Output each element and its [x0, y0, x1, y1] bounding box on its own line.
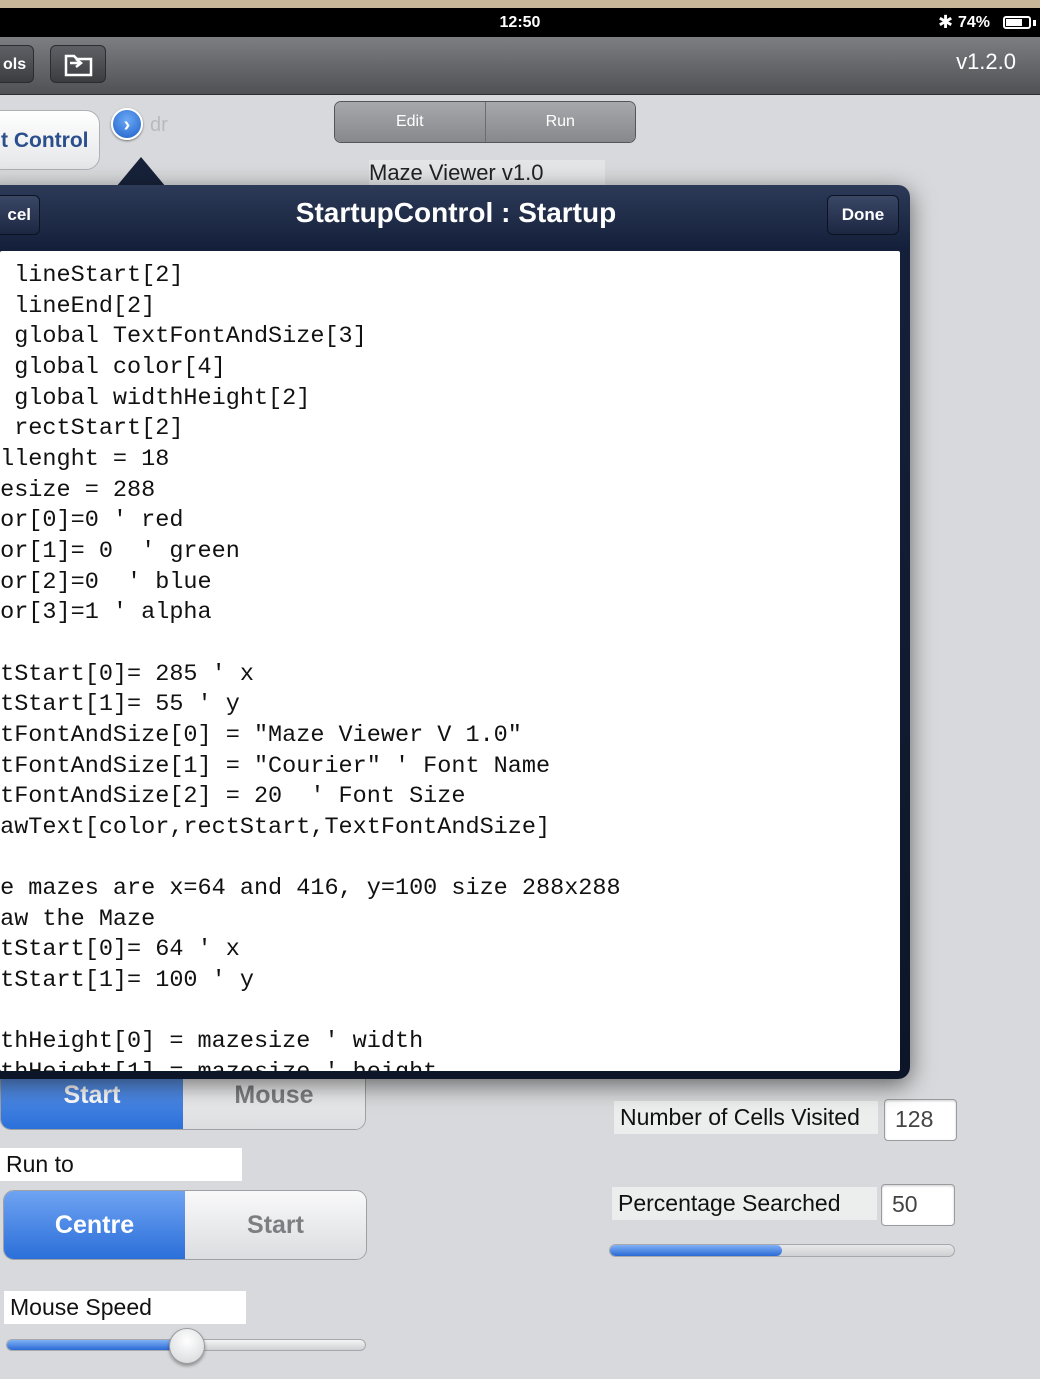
done-button[interactable]: Done — [827, 195, 899, 235]
tools-button[interactable]: ols — [0, 45, 34, 83]
tab-run[interactable]: Run — [484, 102, 635, 142]
cells-visited-field[interactable]: 128 — [884, 1099, 957, 1141]
battery-icon — [1003, 16, 1031, 29]
popover-title: StartupControl : Startup — [295, 197, 617, 228]
top-toolbar: ols v1.2.0 — [0, 37, 1040, 95]
percentage-searched-label: Percentage Searched — [612, 1187, 877, 1220]
battery-tip — [1033, 20, 1036, 26]
code-text[interactable]: m lineStart[2] m lineEnd[2] m global Tex… — [0, 261, 621, 1071]
startup-control-button[interactable]: t Control — [0, 110, 100, 170]
status-bar: 12:50 ✱ 74% — [0, 8, 1040, 37]
edit-run-segmented-control: Edit Run — [334, 101, 636, 143]
cells-visited-label: Number of Cells Visited — [614, 1101, 878, 1134]
segment-centre[interactable]: Centre — [4, 1191, 185, 1259]
popover-arrow — [116, 157, 166, 187]
code-editor[interactable]: m lineStart[2] m lineEnd[2] m global Tex… — [0, 251, 900, 1071]
mouse-speed-label: Mouse Speed — [4, 1291, 246, 1324]
mouse-speed-slider[interactable] — [6, 1328, 366, 1364]
run-to-segmented-control: Centre Start — [3, 1190, 367, 1260]
battery-percent: 74% — [958, 14, 991, 31]
open-folder-button[interactable] — [50, 45, 106, 83]
ghost-label: dr — [150, 114, 168, 136]
percentage-searched-field[interactable]: 50 — [881, 1184, 955, 1226]
device-frame-edge — [0, 0, 1040, 8]
progress-fill — [610, 1245, 782, 1256]
segment-start-target[interactable]: Start — [185, 1191, 366, 1259]
version-label: v1.2.0 — [956, 49, 1016, 74]
chevron-right-icon[interactable]: › — [111, 108, 143, 140]
tab-edit[interactable]: Edit — [335, 102, 485, 142]
maze-viewer-title: Maze Viewer v1.0 — [369, 160, 605, 188]
status-time: 12:50 — [499, 14, 541, 31]
run-to-label: Run to — [0, 1148, 242, 1181]
battery-level-fill — [1006, 19, 1022, 26]
bluetooth-icon: ✱ — [938, 12, 954, 32]
search-progress-bar — [609, 1244, 955, 1257]
folder-arrow-icon — [64, 54, 93, 77]
slider-thumb[interactable] — [169, 1328, 205, 1364]
code-editor-popover: cel StartupControl : Startup Done m line… — [0, 185, 910, 1079]
slider-fill — [7, 1340, 186, 1350]
